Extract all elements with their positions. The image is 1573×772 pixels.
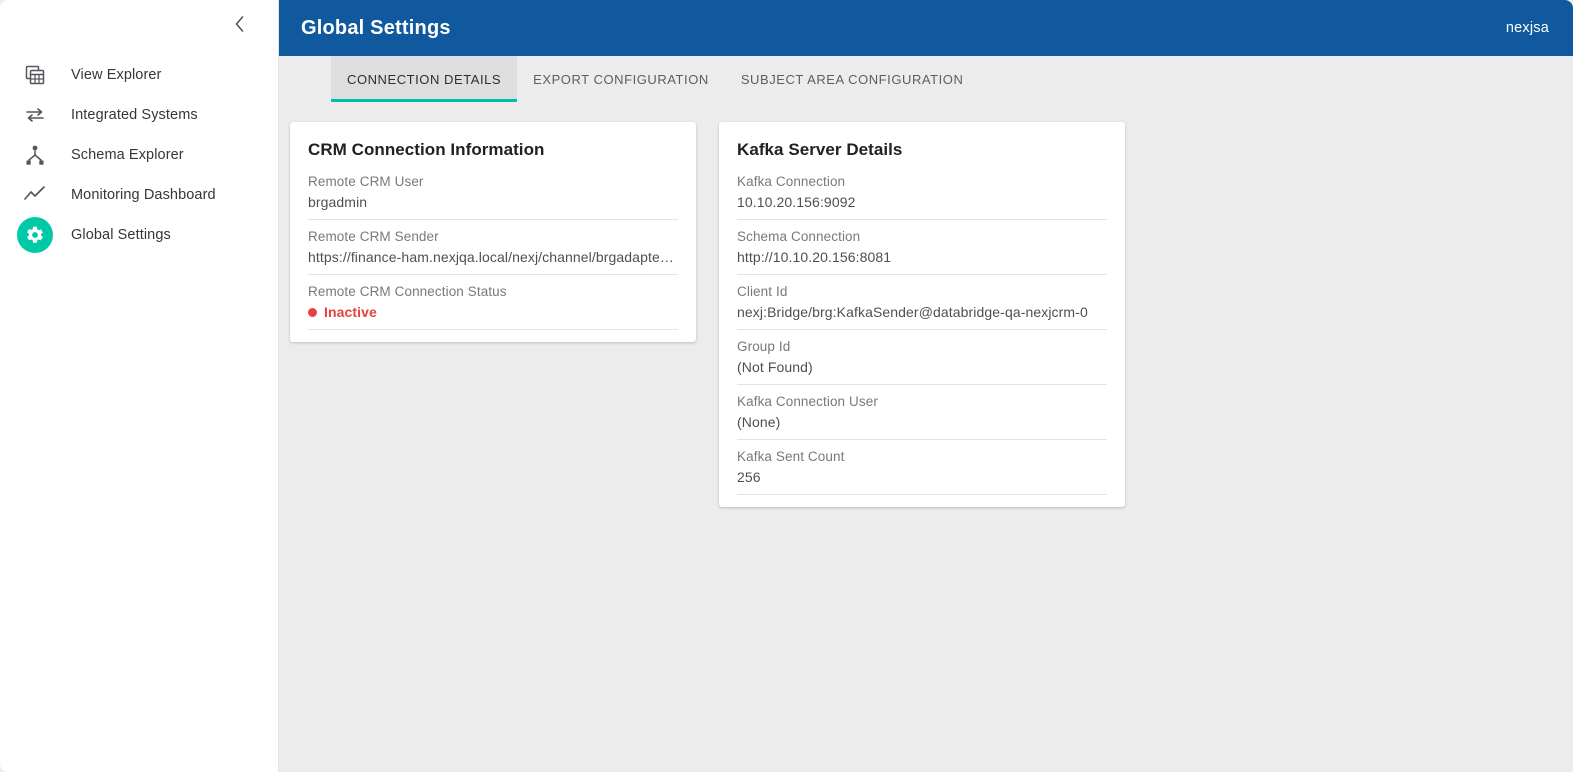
field-label: Kafka Sent Count	[737, 449, 845, 464]
sidebar-nav-list: View Explorer Integrated Systems Schema …	[0, 55, 278, 255]
field-schema-connection: Schema Connection http://10.10.20.156:80…	[737, 229, 1107, 275]
field-value: brgadmin	[308, 194, 368, 210]
field-label: Kafka Connection User	[737, 394, 878, 409]
field-remote-crm-sender: Remote CRM Sender https://finance-ham.ne…	[308, 229, 678, 275]
field-label: Client Id	[737, 284, 788, 299]
field-value: http://10.10.20.156:8081	[737, 249, 892, 265]
field-value: https://finance-ham.nexjqa.local/nexj/ch…	[308, 249, 678, 265]
field-value: (None)	[737, 414, 781, 430]
chevron-left-icon	[233, 14, 246, 37]
kafka-server-details-card: Kafka Server Details Kafka Connection 10…	[719, 122, 1125, 507]
field-label: Schema Connection	[737, 229, 861, 244]
main-panel: Global Settings nexjsa CONNECTION DETAIL…	[279, 0, 1573, 772]
sidebar-item-label: Schema Explorer	[71, 147, 184, 163]
sidebar-item-monitoring-dashboard[interactable]: Monitoring Dashboard	[0, 175, 278, 215]
field-client-id: Client Id nexj:Bridge/brg:KafkaSender@da…	[737, 284, 1107, 330]
tab-connection-details[interactable]: CONNECTION DETAILS	[331, 56, 518, 102]
field-label: Remote CRM Connection Status	[308, 284, 507, 299]
content-area: CRM Connection Information Remote CRM Us…	[279, 102, 1573, 772]
sidebar-item-view-explorer[interactable]: View Explorer	[0, 55, 278, 95]
card-title: Kafka Server Details	[737, 140, 903, 159]
sidebar-item-label: Integrated Systems	[71, 107, 198, 123]
crm-connection-information-card: CRM Connection Information Remote CRM Us…	[290, 122, 696, 342]
sidebar-item-label: Global Settings	[71, 227, 171, 243]
tab-bar: CONNECTION DETAILS EXPORT CONFIGURATION …	[279, 56, 1573, 102]
tab-export-configuration[interactable]: EXPORT CONFIGURATION	[517, 56, 725, 102]
page-title: Global Settings	[301, 16, 451, 39]
field-value: (Not Found)	[737, 359, 813, 375]
sidebar-item-global-settings[interactable]: Global Settings	[0, 215, 278, 255]
exchange-arrows-icon	[17, 97, 53, 133]
field-kafka-connection: Kafka Connection 10.10.20.156:9092	[737, 174, 1107, 220]
app-root: View Explorer Integrated Systems Schema …	[0, 0, 1573, 772]
status-dot-icon	[308, 307, 317, 317]
sitemap-icon	[17, 137, 53, 173]
card-title: CRM Connection Information	[308, 140, 545, 159]
field-label: Group Id	[737, 339, 791, 354]
field-label: Remote CRM User	[308, 174, 424, 189]
field-value: 256	[737, 469, 761, 485]
field-kafka-connection-user: Kafka Connection User (None)	[737, 394, 1107, 440]
field-kafka-sent-count: Kafka Sent Count 256	[737, 449, 1107, 495]
gear-icon	[17, 217, 53, 253]
user-menu[interactable]: nexjsa	[1506, 20, 1549, 36]
sidebar-item-integrated-systems[interactable]: Integrated Systems	[0, 95, 278, 135]
field-value: 10.10.20.156:9092	[737, 194, 856, 210]
field-value: nexj:Bridge/brg:KafkaSender@databridge-q…	[737, 304, 1088, 320]
field-label: Kafka Connection	[737, 174, 846, 189]
field-label: Remote CRM Sender	[308, 229, 439, 244]
status-text: Inactive	[324, 304, 377, 320]
sidebar-collapse-row	[0, 0, 278, 50]
tab-subject-area-configuration[interactable]: SUBJECT AREA CONFIGURATION	[725, 56, 980, 102]
sidebar-collapse-button[interactable]	[226, 12, 252, 38]
sidebar-item-label: View Explorer	[71, 67, 162, 83]
top-header-bar: Global Settings nexjsa	[279, 0, 1573, 56]
field-remote-crm-connection-status: Remote CRM Connection Status Inactive	[308, 284, 678, 330]
sidebar-item-label: Monitoring Dashboard	[71, 187, 216, 203]
line-chart-icon	[17, 177, 53, 213]
status-badge: Inactive	[308, 304, 678, 320]
sidebar: View Explorer Integrated Systems Schema …	[0, 0, 279, 772]
sidebar-item-schema-explorer[interactable]: Schema Explorer	[0, 135, 278, 175]
field-remote-crm-user: Remote CRM User brgadmin	[308, 174, 678, 220]
table-copy-icon	[17, 57, 53, 93]
field-group-id: Group Id (Not Found)	[737, 339, 1107, 385]
